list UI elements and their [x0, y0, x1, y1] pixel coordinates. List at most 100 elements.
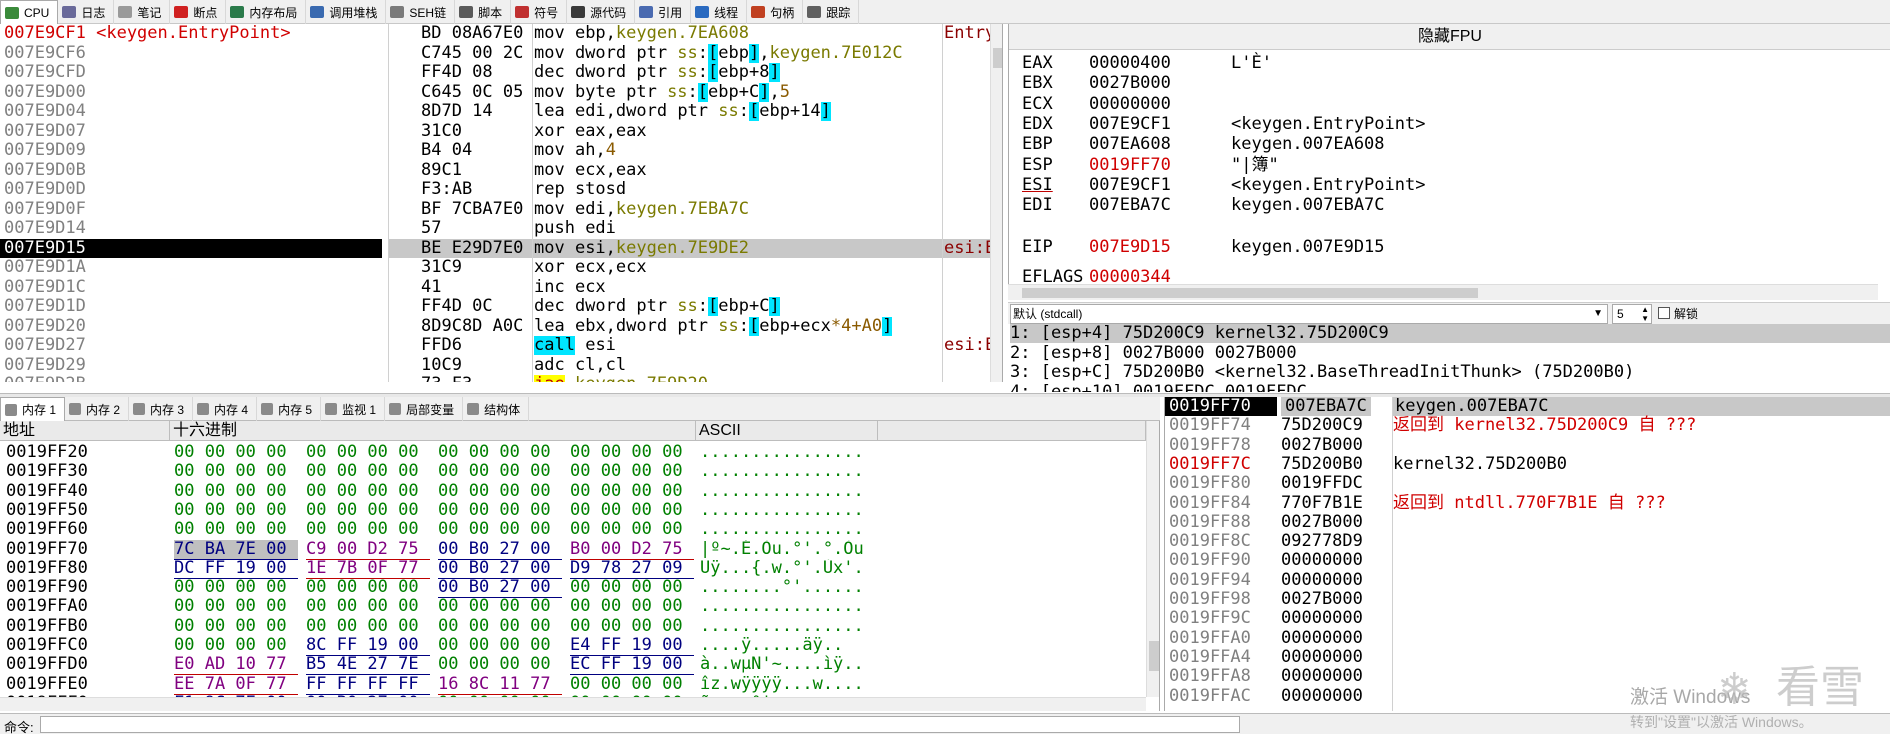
stack-row[interactable]: 0019FF9C 00000000 — [1165, 609, 1890, 628]
dump-hex-group[interactable]: 00 00 00 00 — [174, 462, 298, 481]
dump-hex-group[interactable]: 00 00 00 00 — [174, 597, 298, 616]
dump-hex-group[interactable]: 00 00 00 00 — [438, 462, 562, 481]
disasm-row[interactable]: 007E9CF6 C745 00 2C mov dword ptr ss:[ebp]… — [0, 43, 990, 63]
register-value[interactable]: 007EA608 — [1089, 135, 1171, 154]
dump-hex-group[interactable]: 00 B0 27 00 — [438, 578, 562, 599]
register-row-ebp[interactable]: EBP 007EA608 keygen.007EA608 — [1009, 135, 1879, 154]
dump-hex-group[interactable]: EE 7A 0F 77 — [174, 674, 298, 695]
dump-hex-group[interactable]: 00 00 00 00 — [438, 481, 562, 501]
dump-hex-group[interactable]: 00 00 00 00 — [438, 616, 562, 636]
tab-11[interactable]: 线程 — [691, 0, 748, 24]
dump-hex-group[interactable]: 1E 7B 0F 77 — [306, 558, 430, 579]
argument-row[interactable]: 1: [esp+4] 75D200C9 kernel32.75D200C9 — [1010, 324, 1890, 343]
register-row-esi[interactable]: ESI 007E9CF1 <keygen.EntryPoint> — [1009, 175, 1879, 195]
dump-hex-group[interactable]: EC FF 19 00 — [570, 655, 694, 676]
dump-row[interactable]: 0019FF40 00 00 00 00 00 00 00 00 00 00 00 0… — [0, 481, 1146, 501]
stack-row[interactable]: 0019FF8C 092778D9 — [1165, 532, 1890, 551]
disasm-row[interactable]: 007E9D1C 41 inc ecx — [0, 278, 990, 297]
stack-row[interactable]: 0019FF80 0019FFDC — [1165, 474, 1890, 493]
dump-hex-group[interactable]: E0 AD 10 77 — [174, 655, 298, 676]
register-row-eip[interactable]: EIP 007E9D15 keygen.007E9D15 — [1009, 238, 1879, 257]
dump-tab-2[interactable]: 内存 3 — [129, 397, 194, 421]
disasm-row[interactable]: 007E9CF1 <keygen.EntryPoint> BD 08A67E0 mo… — [0, 24, 1002, 43]
disasm-row[interactable]: 007E9D07 31C0 xor eax,eax — [0, 122, 990, 141]
disasm-row[interactable]: 007E9D0F BF 7CBA7E0 mov edi,keygen.7EBA7C — [0, 200, 990, 219]
tab-6[interactable]: SEH链 — [386, 0, 456, 24]
dump-tab-7[interactable]: 结构体 — [463, 397, 530, 421]
dump-hex-group[interactable]: 00 00 00 00 — [174, 520, 298, 539]
dump-row[interactable]: 0019FF70 7C BA 7E 00 C9 00 D2 75 00 B0 27 0… — [0, 539, 1146, 560]
dump-row[interactable]: 0019FF20 00 00 00 00 00 00 00 00 00 00 00 0… — [0, 443, 1146, 462]
tab-7[interactable]: 脚本 — [455, 0, 512, 24]
dump-hex-group[interactable]: 00 00 00 00 — [306, 578, 430, 597]
dump-hex-group[interactable]: 00 00 00 00 — [570, 500, 694, 520]
register-value[interactable]: 00000000 — [1089, 94, 1171, 114]
dump-row[interactable]: 0019FF30 00 00 00 00 00 00 00 00 00 00 00 0… — [0, 462, 1146, 481]
dump-hex-group[interactable]: 00 00 00 00 — [570, 616, 694, 636]
tab-3[interactable]: 断点 — [170, 0, 227, 24]
tab-1[interactable]: 日志 — [58, 0, 115, 24]
dump-hex-group[interactable]: 00 B0 27 00 — [438, 558, 562, 579]
dump-hex-group[interactable]: 00 00 00 00 — [174, 616, 298, 636]
disassembly-pane[interactable]: 007E9CF1 <keygen.EntryPoint> BD 08A67E0 mo… — [0, 24, 1003, 382]
tab-12[interactable]: 句柄 — [747, 0, 804, 24]
disasm-row[interactable]: 007E9D04 8D7D 14 lea edi,dword ptr ss:[ebp… — [0, 102, 990, 121]
dump-tab-0[interactable]: 内存 1 — [0, 397, 66, 421]
stack-row[interactable]: 0019FF90 00000000 — [1165, 551, 1890, 570]
dump-hex-group[interactable]: 00 00 00 00 — [306, 462, 430, 481]
tab-0[interactable]: CPU — [0, 0, 59, 24]
disasm-row[interactable]: 007E9CFD FF4D 08 dec dword ptr ss:[ebp+8] — [0, 63, 990, 82]
dump-column-hex[interactable]: 十六进制 — [170, 421, 696, 441]
register-value[interactable]: 0027B000 — [1089, 74, 1171, 93]
disasm-row[interactable]: 007E9D09 B4 04 mov ah,4 — [0, 141, 990, 160]
stack-row[interactable]: 0019FF70 007EBA7C keygen.007EBA7C — [1165, 397, 1890, 416]
tab-8[interactable]: 符号 — [511, 0, 568, 24]
registers-hscrollbar[interactable] — [1008, 284, 1878, 300]
disasm-row[interactable]: 007E9D1A 31C9 xor ecx,ecx — [0, 258, 990, 277]
arg-count-spinner[interactable]: 5 ▲ ▼ — [1612, 304, 1652, 324]
register-value[interactable]: 007E9CF1 — [1089, 175, 1171, 195]
disasm-row[interactable]: 007E9D2B 73 F3jae keygen.7E9D20 — [0, 375, 990, 382]
dump-hex-group[interactable]: 00 00 00 00 — [174, 636, 298, 655]
dump-row[interactable]: 0019FFE0 EE 7A 0F 77 FF FF FF FF 16 8C 11 7… — [0, 674, 1146, 695]
dump-scrollbar[interactable] — [1146, 421, 1159, 697]
dump-hex-group[interactable]: 7C BA 7E 00 — [174, 539, 298, 560]
tab-9[interactable]: 源代码 — [567, 0, 636, 24]
dump-hex-group[interactable]: 00 00 00 00 — [306, 616, 430, 636]
dump-hex-group[interactable]: B5 4E 27 7E — [306, 655, 430, 676]
register-row-esp[interactable]: ESP 0019FF70 "|簿" — [1009, 155, 1879, 175]
dump-hex-group[interactable]: 00 00 00 00 — [570, 674, 694, 694]
dump-hex-group[interactable]: 00 00 00 00 — [306, 500, 430, 520]
register-value[interactable]: 00000400 — [1089, 54, 1171, 73]
dump-hex-group[interactable]: 00 00 00 00 — [570, 481, 694, 501]
dump-hex-group[interactable]: 00 00 00 00 — [306, 443, 430, 462]
dump-hex-group[interactable]: 00 00 00 00 — [174, 578, 298, 597]
dump-hex-group[interactable]: 00 00 00 00 — [438, 655, 562, 674]
disasm-row[interactable]: 007E9D00 C645 0C 05 mov byte ptr ss:[ebp+C… — [0, 82, 990, 102]
dump-hex-group[interactable]: 8C FF 19 00 — [306, 636, 430, 656]
dump-hex-group[interactable]: 00 00 00 00 — [174, 443, 298, 462]
tab-2[interactable]: 笔记 — [114, 0, 171, 24]
argument-row[interactable]: 2: [esp+8] 0027B000 0027B000 — [1010, 343, 1890, 363]
stack-row[interactable]: 0019FF98 0027B000 — [1165, 590, 1890, 609]
dump-hex-group[interactable]: D9 78 27 09 — [570, 558, 694, 579]
dump-tab-1[interactable]: 内存 2 — [65, 397, 130, 421]
dump-hscrollbar[interactable] — [0, 697, 1146, 711]
disasm-row[interactable]: 007E9D1D FF4D 0C dec dword ptr ss:[ebp+C] — [0, 297, 990, 316]
unlock-checkbox[interactable] — [1658, 307, 1670, 319]
calling-convention-select[interactable]: 默认 (stdcall) ▼ — [1010, 304, 1608, 324]
dump-row[interactable]: 0019FFD0 E0 AD 10 77 B5 4E 27 7E 00 00 00 0… — [0, 655, 1146, 676]
stack-row[interactable]: 0019FF88 0027B000 — [1165, 512, 1890, 532]
dump-row[interactable]: 0019FFA0 00 00 00 00 00 00 00 00 00 00 00 0… — [0, 597, 1146, 616]
dump-hex-group[interactable]: 00 00 00 00 — [570, 462, 694, 481]
dump-row[interactable]: 0019FF90 00 00 00 00 00 00 00 00 00 B0 27 0… — [0, 578, 1146, 599]
dump-tab-5[interactable]: 监视 1 — [321, 397, 386, 421]
argument-row[interactable]: 3: [esp+C] 75D200B0 <kernel32.BaseThread… — [1010, 363, 1890, 382]
dump-hex-group[interactable]: 00 00 00 00 — [570, 520, 694, 539]
disassembly-scrollbar[interactable] — [990, 24, 1002, 382]
dump-hex-group[interactable]: 00 00 00 00 — [570, 443, 694, 462]
dump-hex-group[interactable]: 00 00 00 00 — [570, 578, 694, 597]
dump-hex-group[interactable]: DC FF 19 00 — [174, 558, 298, 579]
stack-row[interactable]: 0019FF94 00000000 — [1165, 570, 1890, 590]
dump-row[interactable]: 0019FFB0 00 00 00 00 00 00 00 00 00 00 00 0… — [0, 616, 1146, 636]
